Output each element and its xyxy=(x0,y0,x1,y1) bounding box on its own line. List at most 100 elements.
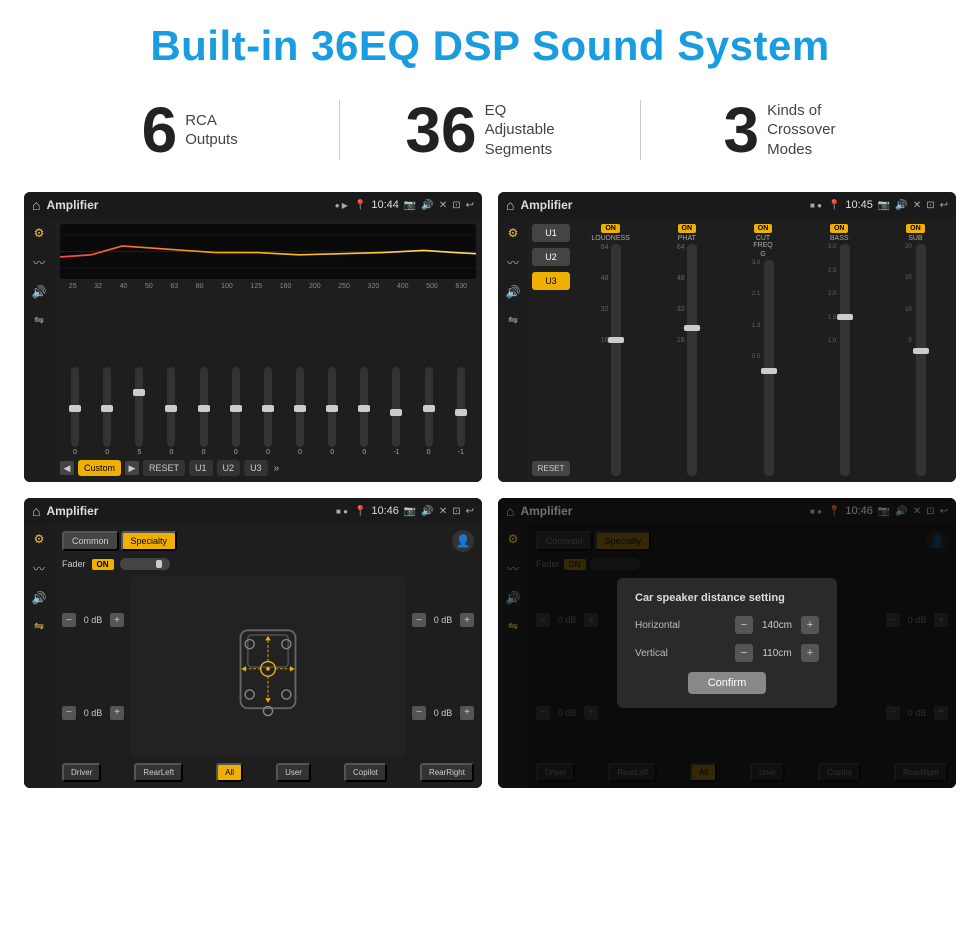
band-sub-label: SUB xyxy=(908,235,922,242)
cutfreq-slider-g[interactable] xyxy=(764,260,774,476)
spk-row-rr: − 0 dB + xyxy=(412,706,474,720)
vol-icon: 🔊 xyxy=(421,200,433,211)
dot-icon: ● ▶ xyxy=(335,201,348,210)
eq-slider-10: -1 xyxy=(392,367,400,456)
btn-driver[interactable]: Driver xyxy=(62,763,101,782)
screen2-header: ⌂ Amplifier ■ ● 📍 10:45 📷 🔊 ✕ ⊡ ↩ xyxy=(498,192,956,218)
confirm-button[interactable]: Confirm xyxy=(688,672,767,694)
home-icon-3: ⌂ xyxy=(32,503,40,519)
spk-fr-minus[interactable]: − xyxy=(412,613,426,627)
band-cutfreq-on[interactable]: ON xyxy=(754,224,773,233)
split-icon[interactable]: ⇋ xyxy=(34,313,44,327)
screen3-icons: 📍 10:46 📷 🔊 ✕ ⊡ ↩ xyxy=(354,505,474,517)
pin-icon-2: 📍 xyxy=(828,200,840,211)
vol-icon-2: 🔊 xyxy=(895,200,907,211)
btn-user[interactable]: User xyxy=(276,763,311,782)
split-icon-3[interactable]: ⇋ xyxy=(34,619,44,633)
btn-copilot[interactable]: Copilot xyxy=(344,763,387,782)
eq-icon-3[interactable]: ⚙ xyxy=(34,532,45,546)
horizontal-plus-btn[interactable]: + xyxy=(801,616,819,634)
tab-specialty[interactable]: Specialty xyxy=(121,531,178,551)
bass-slider[interactable] xyxy=(840,244,850,476)
spk-rl-plus[interactable]: + xyxy=(110,706,124,720)
amp-u3-btn[interactable]: U3 xyxy=(532,272,570,290)
stat-eq-label: EQ AdjustableSegments xyxy=(485,101,575,160)
eq-custom-btn[interactable]: Custom xyxy=(78,460,121,476)
sub-slider[interactable] xyxy=(916,244,926,476)
screen1-icons: 📍 10:44 📷 🔊 ✕ ⊡ ↩ xyxy=(354,199,474,211)
eq-icon[interactable]: ⚙ xyxy=(34,226,45,240)
tab-common[interactable]: Common xyxy=(62,531,119,551)
spk-fr-plus[interactable]: + xyxy=(460,613,474,627)
btn-rear-left[interactable]: RearLeft xyxy=(134,763,183,782)
eq-slider-0: 0 xyxy=(71,367,79,456)
spk-rr-plus[interactable]: + xyxy=(460,706,474,720)
eq-u2-btn[interactable]: U2 xyxy=(217,460,241,476)
eq-freq-labels: 2532 4050 6380 100125 160200 250320 4005… xyxy=(60,283,476,290)
btn-all[interactable]: All xyxy=(216,763,243,782)
stat-crossover-label: Kinds ofCrossover Modes xyxy=(767,101,857,160)
amp-u1-btn[interactable]: U1 xyxy=(532,224,570,242)
x-icon-2: ✕ xyxy=(913,200,921,211)
pin-icon-3: 📍 xyxy=(354,506,366,517)
vertical-minus-btn[interactable]: − xyxy=(735,644,753,662)
stat-crossover-number: 3 xyxy=(724,98,760,162)
speaker-icon-3[interactable]: 🔊 xyxy=(32,591,47,605)
wave-icon-3[interactable]: 〰 xyxy=(33,560,45,577)
stat-divider-2 xyxy=(640,100,641,160)
pin-icon: 📍 xyxy=(354,200,366,211)
band-loudness-on[interactable]: ON xyxy=(601,224,620,233)
band-bass-on[interactable]: ON xyxy=(830,224,849,233)
loudness-slider[interactable] xyxy=(611,244,621,476)
stat-divider-1 xyxy=(339,100,340,160)
amp-reset-btn[interactable]: RESET xyxy=(532,461,570,476)
spk-row-fr: − 0 dB + xyxy=(412,613,474,627)
spk-rr-minus[interactable]: − xyxy=(412,706,426,720)
band-sub-on[interactable]: ON xyxy=(906,224,925,233)
eq-reset-btn[interactable]: RESET xyxy=(143,460,185,476)
split-icon-2[interactable]: ⇋ xyxy=(508,313,518,327)
btn-rear-right[interactable]: RearRight xyxy=(420,763,474,782)
screen2-title: Amplifier xyxy=(520,198,804,212)
eq-slider-1: 0 xyxy=(103,367,111,456)
vol-icon-3: 🔊 xyxy=(421,506,433,517)
eq-sliders: 0 0 5 xyxy=(60,294,476,456)
eq-icon-2[interactable]: ⚙ xyxy=(508,226,519,240)
fader-slider[interactable] xyxy=(120,558,170,570)
amp-u2-btn[interactable]: U2 xyxy=(532,248,570,266)
eq-u3-btn[interactable]: U3 xyxy=(244,460,268,476)
spk-fl-minus[interactable]: − xyxy=(62,613,76,627)
speaker-icon-2[interactable]: 🔊 xyxy=(506,285,521,299)
eq-slider-12: -1 xyxy=(457,367,465,456)
eq-next[interactable]: ▶ xyxy=(125,461,139,475)
spk-fl-plus[interactable]: + xyxy=(110,613,124,627)
wave-icon[interactable]: 〰 xyxy=(33,254,45,271)
band-phat-on[interactable]: ON xyxy=(678,224,697,233)
wave-icon-2[interactable]: 〰 xyxy=(507,254,519,271)
eq-u1-btn[interactable]: U1 xyxy=(189,460,213,476)
speaker-icon[interactable]: 🔊 xyxy=(32,285,47,299)
screen3-body: ⚙ 〰 🔊 ⇋ Common Specialty 👤 Fader ON xyxy=(24,524,482,788)
screen1-header: ⌂ Amplifier ● ▶ 📍 10:44 📷 🔊 ✕ ⊡ ↩ xyxy=(24,192,482,218)
dialog-row-horizontal: Horizontal − 140cm + xyxy=(635,616,819,634)
screen1-sidebar: ⚙ 〰 🔊 ⇋ xyxy=(24,218,54,482)
phat-slider[interactable] xyxy=(687,244,697,476)
home-icon-2: ⌂ xyxy=(506,197,514,213)
screen3-sidebar: ⚙ 〰 🔊 ⇋ xyxy=(24,524,54,788)
dots-icon-3: ■ ● xyxy=(336,507,348,516)
horizontal-value: 140cm xyxy=(757,620,797,631)
x-icon: ✕ xyxy=(439,200,447,211)
fader-label: Fader xyxy=(62,559,86,569)
profile-icon[interactable]: 👤 xyxy=(452,530,474,552)
spk-rl-minus[interactable]: − xyxy=(62,706,76,720)
vertical-plus-btn[interactable]: + xyxy=(801,644,819,662)
eq-slider-11: 0 xyxy=(425,367,433,456)
eq-prev[interactable]: ◀ xyxy=(60,461,74,475)
dialog-overlay: Car speaker distance setting Horizontal … xyxy=(498,498,956,788)
horizontal-minus-btn[interactable]: − xyxy=(735,616,753,634)
vertical-value: 110cm xyxy=(757,648,797,659)
spk-rl-val: 0 dB xyxy=(79,708,107,718)
back-icon-2: ↩ xyxy=(940,200,948,211)
home-icon: ⌂ xyxy=(32,197,40,213)
amp-bands: ON LOUDNESS 64483216 ON PHAT xyxy=(574,224,952,476)
